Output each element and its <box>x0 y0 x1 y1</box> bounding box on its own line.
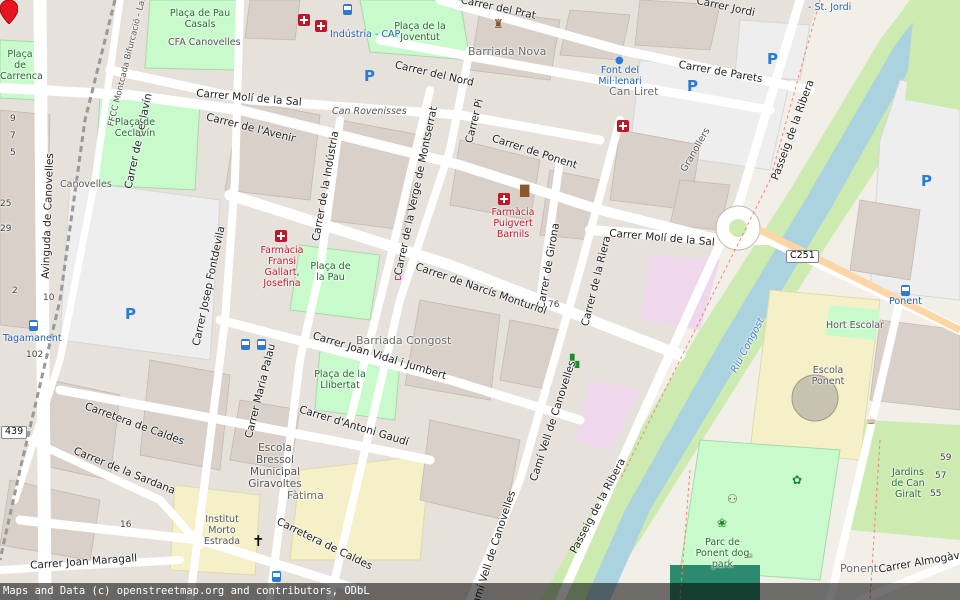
poi-label: CFA Canovelles <box>168 37 241 48</box>
poi-label: Plaça de la Joventut <box>394 21 446 43</box>
map-base-layer <box>0 0 960 600</box>
pharmacy-icon[interactable] <box>298 14 310 26</box>
house-number: 76 <box>548 300 560 310</box>
place-label: Barriada Congost <box>356 334 452 347</box>
house-number: 102 <box>26 350 44 360</box>
bus-stop-icon[interactable] <box>272 571 281 582</box>
route-shield: C251 <box>786 250 819 263</box>
bus-stop-icon[interactable] <box>241 339 250 350</box>
pharmacy-icon[interactable] <box>275 230 287 242</box>
bus-stop-icon[interactable] <box>29 320 38 331</box>
pharmacy-icon[interactable] <box>315 20 327 32</box>
house-number: 55 <box>930 489 942 499</box>
place-label: Barriada Nova <box>468 45 547 58</box>
place-label: Fàtima <box>287 489 324 502</box>
poi-label: Parc de Ponent dog park <box>695 537 750 570</box>
house-number: 29 <box>0 224 12 234</box>
route-shield: 439 <box>1 426 28 439</box>
pharmacy-icon[interactable] <box>498 193 510 205</box>
library-icon[interactable]: ▇ <box>520 184 529 196</box>
poi-label: Hort Escolar <box>826 320 884 331</box>
poi-label: Escola Bressol Municipal Giravoltes <box>248 442 302 491</box>
parking-icon[interactable]: P <box>364 67 375 85</box>
house-number: 57 <box>935 471 947 481</box>
poi-label: Plaça de la Llibertat <box>314 369 366 391</box>
poi-label: Tagamanent <box>3 333 62 344</box>
monument-icon[interactable]: ♜ <box>493 18 504 30</box>
parking-icon[interactable]: P <box>767 50 778 68</box>
poi-label: Font del Mil·lenari <box>598 65 642 87</box>
pharmacy-icon[interactable] <box>617 120 629 132</box>
map-marker-icon[interactable] <box>0 0 18 24</box>
house-number: 59 <box>940 453 952 463</box>
cafe-icon[interactable]: ☕ <box>866 414 877 426</box>
place-label: Ponent <box>840 562 878 575</box>
poi-label: Institut Morto Estrada <box>203 514 241 547</box>
house-number: 2 <box>12 286 18 296</box>
house-number: 16 <box>120 520 132 530</box>
poi-label: Farmàcia Fransi Gallart, Josefina <box>260 245 304 289</box>
church-icon[interactable]: ✝ <box>252 534 265 549</box>
house-number: 25 <box>0 199 12 209</box>
poi-label: Ponent <box>889 296 922 307</box>
picnic-icon[interactable]: ✿ <box>792 474 802 486</box>
attribution-bar: Maps and Data (c) openstreetmap.org and … <box>0 583 960 600</box>
parking-icon[interactable]: P <box>125 305 136 323</box>
bus-stop-icon[interactable] <box>901 285 910 296</box>
house-number: 10 <box>43 293 55 303</box>
house-number: 9 <box>10 114 16 124</box>
place-label: Canovelles <box>60 179 112 190</box>
parking-icon[interactable]: P <box>687 77 698 95</box>
poi-label: Jardins de Can Giralt <box>891 467 925 500</box>
dog-park-icon[interactable]: ❀ <box>717 517 727 529</box>
poi-label: Plaça de la Pau <box>310 261 351 283</box>
house-number: 7 <box>10 131 16 141</box>
poi-label: Plaça de Carrenca <box>0 49 43 82</box>
map-canvas[interactable]: P P P P P ▇ ⌂ ✝ ▚ ♜ ⚇ ✿ ❀ ☕ ☕ ● Carrer d… <box>0 0 960 600</box>
place-label: Can Liret <box>609 85 659 98</box>
playground-icon[interactable]: ⚇ <box>727 493 738 505</box>
poi-label: Farmàcia Puigvert Barnils <box>491 207 535 240</box>
place-label: Can Rovenisses <box>332 106 407 117</box>
poi-label: Plaça de Pau Casals <box>169 8 231 30</box>
poi-label: Escola Ponent <box>811 365 845 387</box>
parking-icon[interactable]: P <box>921 172 932 190</box>
poi-label: Plaça de Ceclavín <box>114 117 156 139</box>
poi-label: - St. Jordi <box>808 2 852 13</box>
bus-stop-icon[interactable] <box>343 4 352 15</box>
house-number: 5 <box>10 148 16 158</box>
